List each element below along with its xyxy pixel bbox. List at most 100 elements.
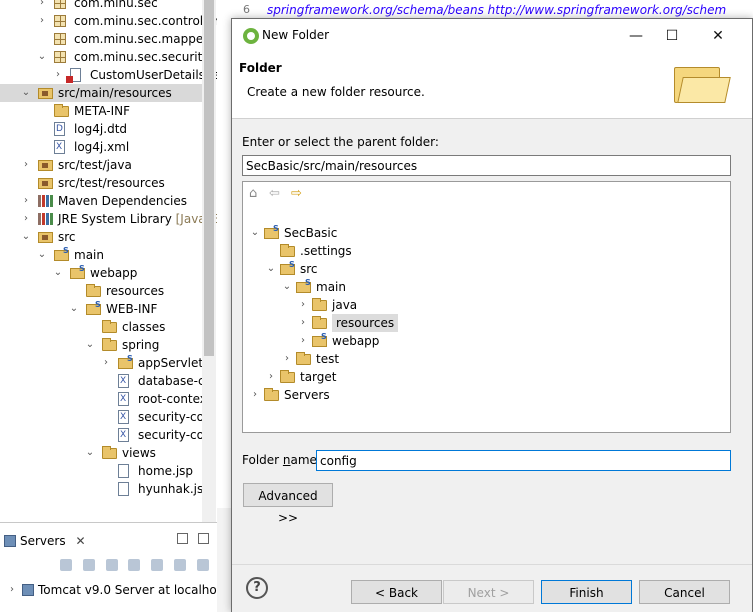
tree-item[interactable]: ⌄ src [0, 228, 202, 246]
tree-item[interactable]: Dlog4j.dtd [0, 120, 202, 138]
close-button[interactable]: ✕ [696, 25, 740, 47]
maximize-button[interactable]: ☐ [650, 25, 694, 47]
tree-item[interactable]: META-INF [0, 102, 202, 120]
tree-item[interactable]: Xroot-context [0, 390, 212, 408]
chevron-right-icon[interactable]: › [52, 66, 64, 84]
folder-tree-label-wrap: target [300, 368, 337, 386]
tree-item-label: database-co [138, 374, 212, 388]
tree-item[interactable]: › com.minu.sec [0, 0, 202, 12]
folder-icon [102, 320, 117, 333]
tree-item[interactable]: › Maven Dependencies [0, 192, 202, 210]
tree-item[interactable]: ⌄ views [0, 444, 202, 462]
tree-item[interactable]: com.minu.sec.mapper [0, 30, 208, 48]
chevron-down-icon[interactable]: ⌄ [84, 444, 96, 462]
maximize-view-button[interactable] [198, 533, 209, 544]
tree-item[interactable]: ⌄ webapp [0, 260, 202, 282]
tree-item[interactable]: Xsecurity-con [0, 408, 212, 426]
chevron-down-icon[interactable]: ⌄ [36, 246, 48, 264]
tree-item-label: JRE System Library [JavaSE- [58, 210, 217, 228]
tree-item-label: webapp [90, 266, 138, 280]
line-number: 6 [243, 3, 250, 16]
chevron-down-icon[interactable]: ⌄ [36, 48, 48, 66]
minimize-view-button[interactable] [177, 533, 189, 544]
chevron-right-icon[interactable]: › [100, 354, 112, 372]
tree-item[interactable]: Xsecurity-con [0, 426, 212, 444]
tab-servers[interactable]: Servers ✕ [2, 531, 86, 551]
scrollbar-thumb[interactable] [204, 0, 214, 356]
tree-item[interactable]: classes [0, 318, 202, 336]
tree-item[interactable]: › com.minu.sec.controller [0, 12, 217, 30]
chevron-right-icon[interactable]: › [265, 368, 277, 386]
parent-folder-tree[interactable]: ⌂ ⇦ ⇨ ⌄SecBasic.settings⌄src⌄main›java›r… [242, 181, 731, 433]
chevron-right-icon[interactable]: › [36, 12, 48, 30]
tree-item[interactable]: Xdatabase-co [0, 372, 212, 390]
tree-item[interactable]: › JRE System Library [JavaSE- [0, 210, 217, 228]
spring-xml-icon: X [118, 392, 129, 406]
folder-tree-item-label: webapp [332, 334, 380, 348]
next-button[interactable]: Next > [443, 580, 534, 604]
forward-arrow-icon[interactable]: ⇨ [291, 186, 302, 202]
chevron-down-icon[interactable]: ⌄ [249, 224, 261, 242]
start-server-icon[interactable] [105, 559, 118, 571]
tree-item[interactable]: resources [0, 282, 202, 300]
close-icon[interactable]: ✕ [75, 534, 85, 548]
finish-button[interactable]: Finish [541, 580, 632, 604]
publish-icon[interactable] [174, 559, 187, 571]
folder-icon [54, 104, 69, 117]
tree-item[interactable]: ⌄main [0, 242, 202, 264]
source-folder-icon [38, 160, 53, 171]
tree-item-label: com.minu.sec.controller [74, 14, 217, 28]
chevron-down-icon[interactable]: ⌄ [20, 228, 32, 246]
dialog-title: New Folder [262, 28, 330, 42]
collapse-all-icon[interactable] [60, 559, 72, 571]
chevron-right-icon[interactable]: › [281, 350, 293, 368]
tree-item[interactable]: › CustomUserDetailsSe [0, 66, 217, 84]
chevron-right-icon[interactable]: › [20, 192, 32, 210]
stop-server-icon[interactable] [151, 559, 164, 571]
chevron-right-icon[interactable]: › [20, 156, 32, 174]
back-button[interactable]: < Back [351, 580, 442, 604]
chevron-right-icon[interactable]: › [297, 296, 309, 314]
chevron-down-icon[interactable]: ⌄ [84, 336, 96, 354]
expand-chevron-icon[interactable]: › [6, 581, 18, 599]
cancel-button[interactable]: Cancel [639, 580, 730, 604]
chevron-down-icon[interactable]: ⌄ [265, 260, 277, 278]
home-icon[interactable]: ⌂ [249, 186, 257, 202]
tree-item-label: home.jsp [138, 464, 194, 478]
folder-tree-item-label: test [316, 352, 340, 366]
chevron-down-icon[interactable]: ⌄ [281, 278, 293, 296]
tree-item[interactable]: hyunhak.jsp [0, 480, 211, 498]
chevron-down-icon[interactable]: ⌄ [68, 300, 80, 318]
profile-icon[interactable] [128, 559, 141, 571]
tree-item[interactable]: › src/test/java [0, 156, 202, 174]
package-icon [54, 0, 66, 9]
parent-folder-input[interactable] [242, 155, 731, 176]
tree-item[interactable]: src/test/resources [0, 174, 202, 192]
help-icon[interactable]: ? [246, 577, 268, 599]
advanced-button[interactable]: Advanced >> [243, 483, 333, 525]
chevron-right-icon[interactable]: › [297, 332, 309, 350]
debug-icon[interactable] [82, 559, 95, 571]
chevron-right-icon[interactable]: › [249, 386, 261, 404]
folder-tree-item-label: resources [334, 316, 397, 330]
tree-item[interactable]: ⌄ com.minu.sec.security [0, 48, 210, 66]
tree-item[interactable]: Xlog4j.xml [0, 138, 202, 156]
chevron-down-icon[interactable]: ⌄ [20, 84, 32, 102]
package-icon [54, 33, 66, 45]
tree-item[interactable]: home.jsp [0, 462, 202, 480]
explorer-scrollbar[interactable] [202, 0, 216, 522]
view-menu-icon[interactable] [196, 559, 209, 571]
back-arrow-icon[interactable]: ⇦ [269, 186, 280, 202]
dialog-titlebar: New Folder — ☐ ✕ [232, 19, 752, 53]
chevron-right-icon[interactable]: › [20, 210, 32, 228]
tree-item[interactable]: ⌄ src/main/resources [0, 84, 202, 102]
server-row[interactable]: › Tomcat v9.0 Server at localhost [2, 581, 228, 599]
tree-item[interactable]: › appServlet [0, 350, 203, 372]
tree-item[interactable]: ⌄ spring [0, 336, 202, 354]
chevron-right-icon[interactable]: › [36, 0, 48, 12]
chevron-right-icon[interactable]: › [297, 314, 309, 332]
chevron-down-icon[interactable]: ⌄ [52, 264, 64, 282]
folder-tree-label-wrap: webapp [332, 332, 379, 350]
folder-name-input[interactable] [316, 450, 731, 471]
tree-item[interactable]: ⌄ WEB-INF [0, 296, 202, 318]
